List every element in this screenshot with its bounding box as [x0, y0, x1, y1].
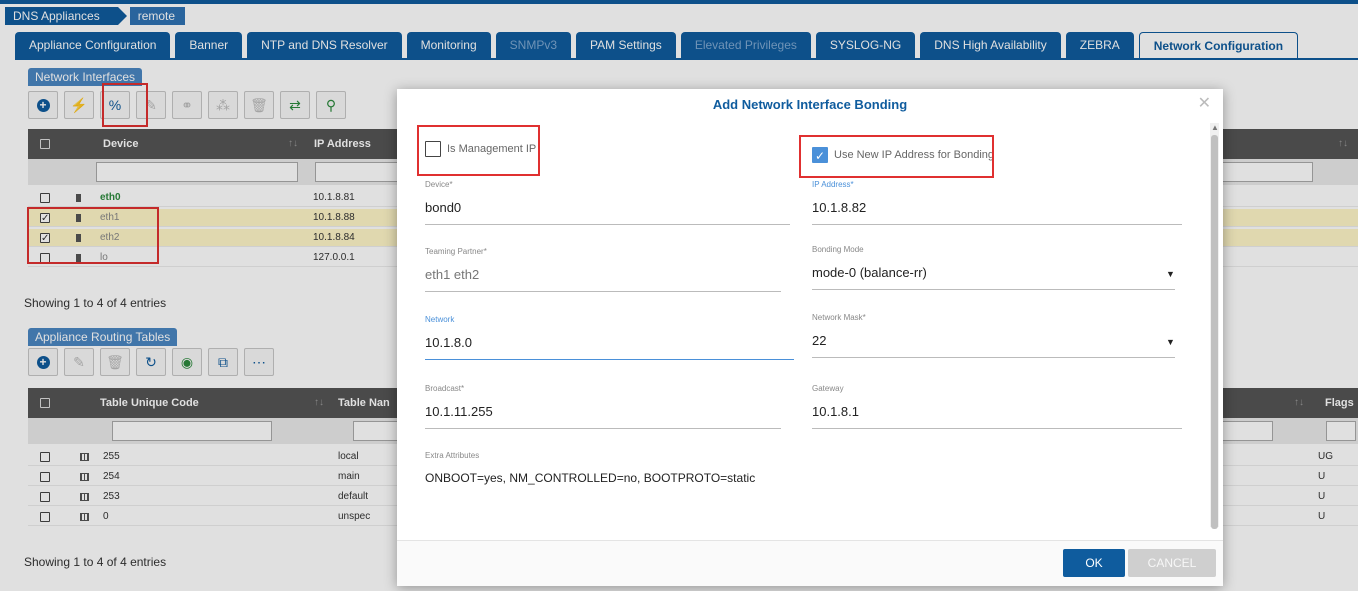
field-label: Network [425, 315, 455, 324]
checkbox-label: Use New IP Address for Bonding [834, 149, 994, 161]
bonding-mode-value[interactable]: mode-0 (balance-rr) [812, 265, 927, 280]
field-underline [425, 224, 790, 225]
checkmark-icon[interactable]: ✓ [812, 147, 828, 163]
network-field[interactable]: Network 10.1.8.0 [425, 315, 794, 361]
ip-address-field[interactable]: IP Address* 10.1.8.82 [812, 180, 1182, 226]
gateway-input[interactable]: 10.1.8.1 [812, 404, 859, 419]
dialog-scrollbar[interactable]: ▲ [1210, 123, 1219, 529]
dialog-title: Add Network Interface Bonding [712, 97, 908, 112]
device-field[interactable]: Device* bond0 [425, 180, 790, 226]
field-label: Device* [425, 180, 453, 189]
dialog-footer: OK CANCEL [397, 540, 1223, 586]
broadcast-input[interactable]: 10.1.11.255 [425, 404, 493, 419]
field-label: Teaming Partner* [425, 247, 487, 256]
device-input[interactable]: bond0 [425, 200, 461, 215]
scrollbar-thumb[interactable] [1211, 135, 1218, 529]
field-underline [425, 291, 781, 292]
ip-address-input[interactable]: 10.1.8.82 [812, 200, 866, 215]
field-underline [812, 224, 1182, 225]
field-label: Network Mask* [812, 313, 866, 322]
network-mask-select[interactable]: Network Mask* 22 ▼ [812, 313, 1175, 359]
add-bonding-dialog: Add Network Interface Bonding ✕ ▲ Is Man… [397, 89, 1223, 586]
extra-attributes-input[interactable]: ONBOOT=yes, NM_CONTROLLED=no, BOOTPROTO=… [425, 471, 755, 485]
field-label: IP Address* [812, 180, 854, 189]
bonding-mode-select[interactable]: Bonding Mode mode-0 (balance-rr) ▼ [812, 245, 1175, 291]
field-underline [425, 359, 794, 360]
checkbox-label: Is Management IP [447, 143, 537, 155]
caret-down-icon[interactable]: ▼ [1166, 337, 1175, 347]
network-input[interactable]: 10.1.8.0 [425, 335, 472, 350]
teaming-partner-input[interactable]: eth1 eth2 [425, 267, 479, 282]
ok-button[interactable]: OK [1063, 549, 1125, 577]
field-underline [812, 357, 1175, 358]
caret-down-icon[interactable]: ▼ [1166, 269, 1175, 279]
field-underline [425, 428, 781, 429]
field-label: Gateway [812, 384, 844, 393]
field-underline [812, 289, 1175, 290]
network-mask-value[interactable]: 22 [812, 333, 826, 348]
field-label: Broadcast* [425, 384, 465, 393]
is-management-ip-checkbox[interactable]: Is Management IP [425, 141, 536, 157]
scroll-up-icon[interactable]: ▲ [1211, 123, 1219, 132]
field-label: Extra Attributes [425, 451, 480, 460]
close-icon[interactable]: ✕ [1198, 93, 1211, 113]
use-new-ip-checkbox[interactable]: ✓ Use New IP Address for Bonding [812, 147, 994, 163]
gateway-field[interactable]: Gateway 10.1.8.1 [812, 384, 1182, 430]
checkbox-box[interactable] [425, 141, 441, 157]
teaming-partner-field[interactable]: Teaming Partner* eth1 eth2 [425, 247, 781, 293]
cancel-button[interactable]: CANCEL [1128, 549, 1216, 577]
field-label: Bonding Mode [812, 245, 864, 254]
extra-attributes-field[interactable]: Extra Attributes ONBOOT=yes, NM_CONTROLL… [425, 451, 1185, 497]
broadcast-field[interactable]: Broadcast* 10.1.11.255 [425, 384, 781, 430]
field-underline [812, 428, 1182, 429]
